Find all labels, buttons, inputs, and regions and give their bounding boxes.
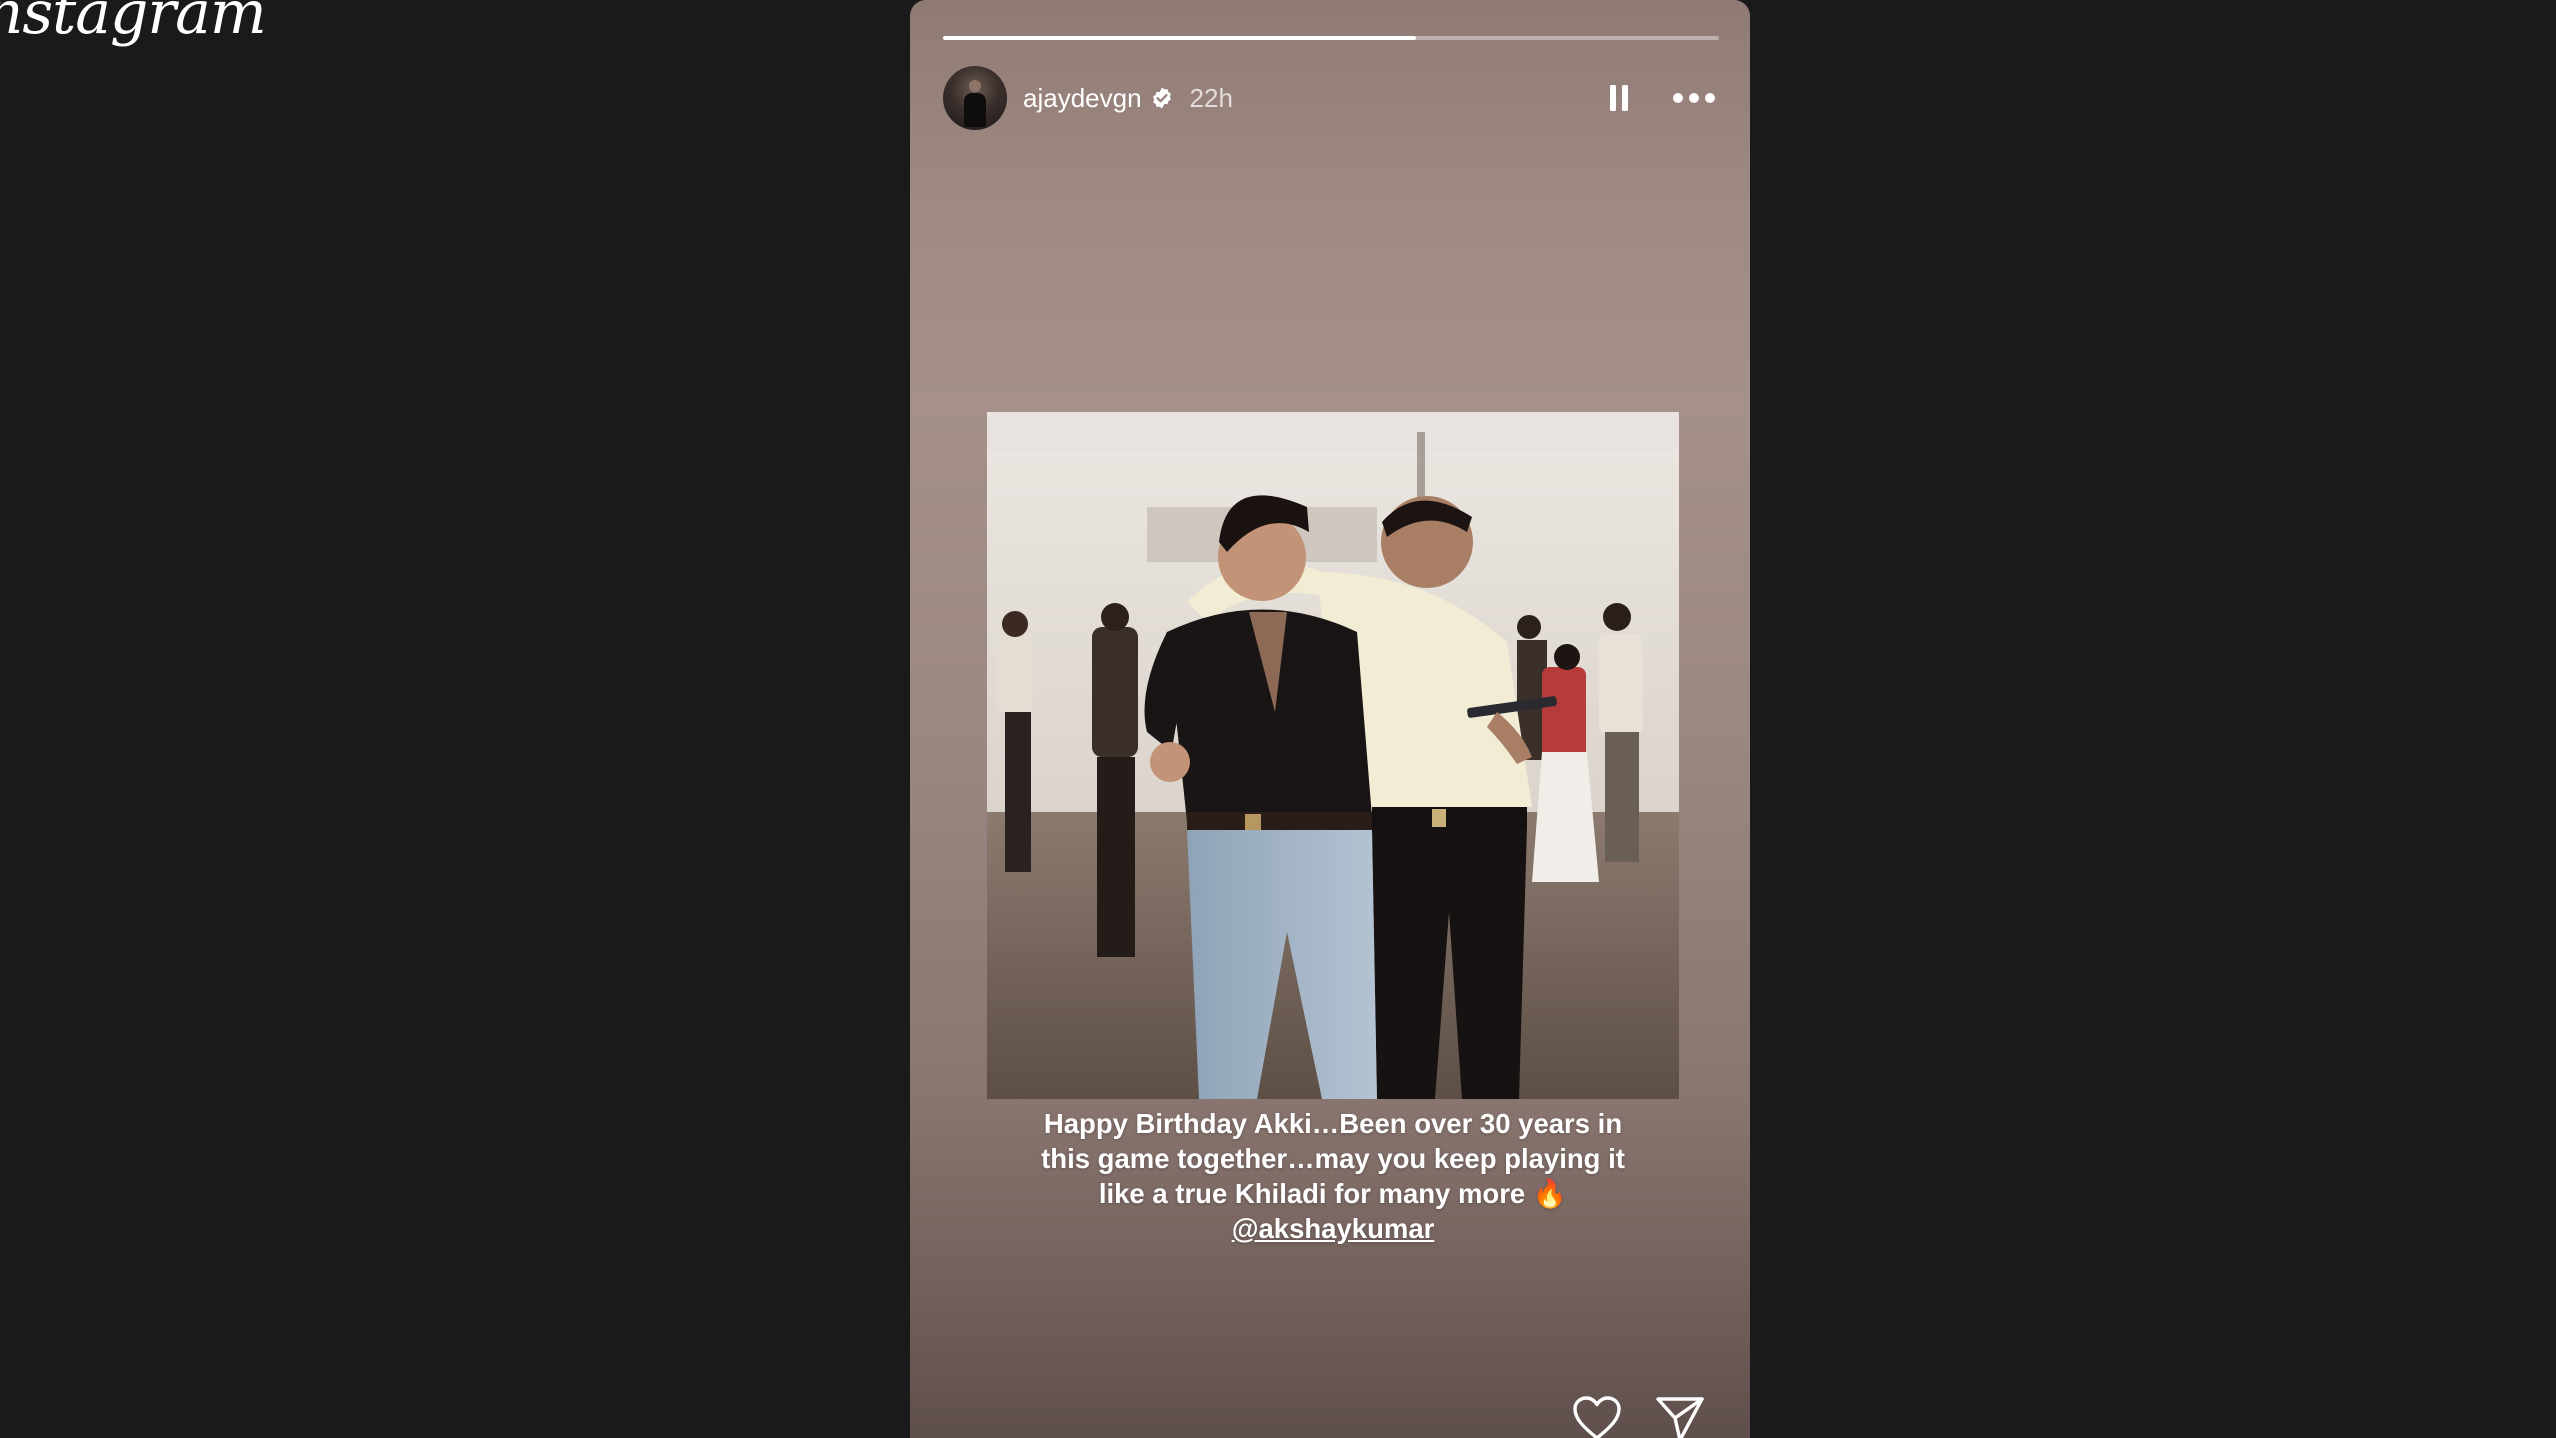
caption-line: Happy Birthday Akki…Been over 30 years i… (1043, 1108, 1623, 1139)
story-progress-bar (943, 36, 1719, 40)
avatar[interactable] (943, 66, 1007, 130)
heart-icon (1573, 1396, 1621, 1438)
send-icon (1656, 1397, 1704, 1438)
story-photo-illustration (987, 412, 1679, 1099)
story-caption: Happy Birthday Akki…Been over 30 years i… (970, 1106, 1696, 1246)
story-photo (987, 412, 1679, 1099)
more-options-icon (1673, 93, 1715, 103)
caption-line: like a true Khiladi for many more 🔥 (1098, 1178, 1568, 1209)
avatar-body (964, 93, 986, 127)
username[interactable]: ajaydevgn (1023, 83, 1142, 114)
share-button[interactable] (1655, 1396, 1705, 1438)
story-header: ajaydevgn 22h (943, 66, 1719, 130)
instagram-story-viewer: Instagram ajaydevgn 22h (0, 0, 2556, 1438)
avatar-head (969, 80, 981, 92)
story-actions (910, 1390, 1750, 1438)
story-progress-fill (943, 36, 1417, 40)
more-options-button[interactable] (1669, 78, 1719, 118)
story-timestamp: 22h (1189, 82, 1233, 113)
mention-link[interactable]: @akshaykumar (1232, 1213, 1435, 1244)
caption-line: this game together…may you keep playing … (1041, 1143, 1625, 1174)
instagram-logo[interactable]: Instagram (0, 0, 267, 48)
pause-icon (1610, 85, 1628, 111)
verified-badge-icon (1152, 87, 1171, 109)
like-button[interactable] (1572, 1396, 1622, 1438)
pause-button[interactable] (1599, 78, 1639, 118)
story-frame[interactable]: ajaydevgn 22h Happy Birthday Akki…Been o… (910, 0, 1750, 1438)
